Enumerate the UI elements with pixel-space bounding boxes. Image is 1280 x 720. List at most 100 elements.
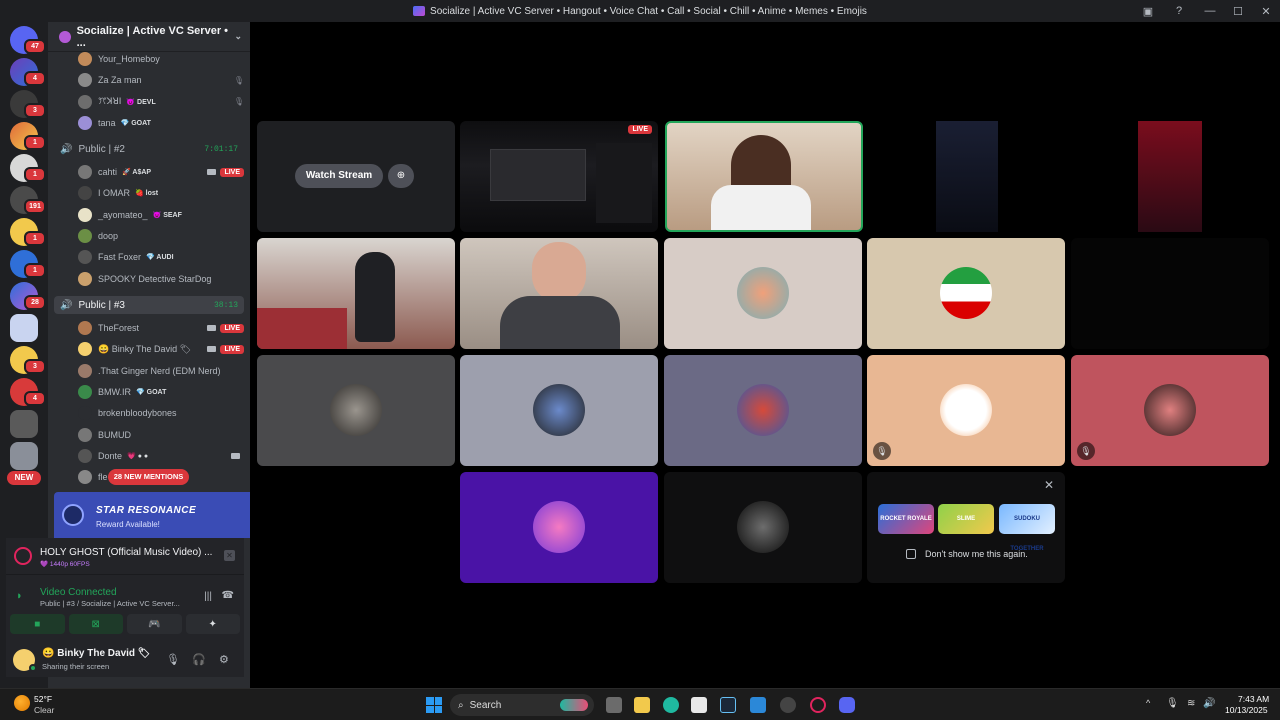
file-explorer-icon[interactable] [634,697,650,713]
weather-condition[interactable]: Clear [34,705,54,715]
app-icon[interactable] [780,697,796,713]
now-playing[interactable]: HOLY GHOST (Official Music Video) ... 💜 … [6,538,244,575]
wifi-icon[interactable]: ≋ [1187,698,1195,709]
avatar-tile[interactable] [664,355,862,466]
avatar-tile-muted[interactable]: 🎙 [1071,355,1269,466]
game-card-slime[interactable]: SLIME [938,504,994,534]
task-view-icon[interactable] [606,697,622,713]
voice-user[interactable]: .That Ginger Nerd (EDM Nerd) [78,362,244,380]
voice-user[interactable]: ꔫꓘꓤꓲ 😈 DEVL 🎙 [78,93,244,111]
steam-icon[interactable] [720,697,736,713]
dont-show-checkbox[interactable] [906,549,916,559]
user-panel: 😀 Binky The David 🏷 Sharing their screen… [6,643,244,677]
search-highlight-icon [560,699,588,711]
voice-user[interactable]: Fast Foxer 💎 AUDI [78,248,244,266]
avatar-tile[interactable] [257,355,455,466]
avatar-tile-muted[interactable]: 🎙 [867,355,1065,466]
taskbar-search[interactable]: ⌕ Search [450,694,594,716]
red-feed [1138,121,1202,232]
server-icon[interactable] [10,314,38,342]
headphones-icon[interactable]: 🎧 [192,653,206,666]
speaker-icon: 🔊 [60,143,73,155]
avatar-tile[interactable] [460,472,658,583]
voice-channel-public-3[interactable]: 🔊 Public | #3 38:13 [54,296,244,314]
promo-banner[interactable]: STAR RESONANCE Reward Available! [54,492,250,538]
voice-location[interactable]: Public | #3 / Socialize | Active VC Serv… [40,599,190,608]
clock-date[interactable]: 10/13/2025 [1225,705,1268,715]
voice-user[interactable]: SPOOKY Detective StarDog [78,270,244,288]
avatar-tile[interactable] [867,238,1065,349]
minimize-button[interactable]: — [1196,5,1224,17]
voice-channel-public-2[interactable]: 🔊 Public | #2 7:01:17 [54,140,244,158]
avatar [78,228,92,243]
dont-show-again[interactable]: Don't show me this again. [906,549,1028,559]
noise-suppression-icon[interactable]: ||| [204,591,212,602]
voice-user[interactable]: BMW.IR 💎 GOAT [78,383,244,401]
webcam-tile-dark[interactable] [868,121,1066,232]
voice-user[interactable]: BUMUD [78,426,244,444]
voice-status[interactable]: Video Connected [40,587,117,598]
weather-icon[interactable] [14,695,30,711]
watch-stream-button[interactable]: Watch Stream [295,164,383,188]
game-card-sudoku[interactable]: SUDOKU TOGETHER [999,504,1055,552]
popout-icon[interactable]: ⊕ [388,164,414,188]
voice-user[interactable]: Donte 💗 ● ● [78,447,244,465]
webcam-tile[interactable] [460,238,658,349]
voice-user[interactable]: Your_Homeboy [78,50,244,68]
app-icon[interactable] [691,697,707,713]
screen-share-tile[interactable]: LIVE [460,121,658,232]
voice-user[interactable]: 😀 Binky The David 🏷 LIVE [78,340,244,358]
notepad-icon[interactable] [750,697,766,713]
webcam-shirt [500,296,620,349]
tray-expand-icon[interactable]: ^ [1146,698,1150,708]
webcam-tile-red[interactable] [1071,121,1269,232]
voice-user[interactable]: Za Za man 🎙 [78,71,244,89]
edge-icon[interactable] [663,697,679,713]
voice-user[interactable]: I OMAR 🍓 lost [78,184,244,202]
user-name[interactable]: 😀 Binky The David 🏷 [42,648,151,659]
new-servers-badge[interactable]: NEW [7,471,41,485]
weather-temp[interactable]: 52°F [34,694,52,704]
soundboard-button[interactable]: ✦ [185,614,240,634]
voice-user[interactable]: tana 💎 GOAT [78,114,244,132]
disconnect-icon[interactable]: ☎ [222,590,234,601]
user-name: doop [98,230,119,241]
start-icon[interactable] [426,697,442,713]
settings-icon[interactable]: ⚙ [219,653,229,666]
voice-user[interactable]: cahti 🚀 A$AP LIVE [78,163,244,181]
close-icon[interactable]: ✕ [224,550,235,561]
game-card-rocket-royale[interactable]: ROCKET ROYALE [878,504,934,534]
server-icon[interactable] [10,442,38,470]
avatar-tile[interactable] [664,238,862,349]
screen-share-button[interactable]: ⊠ [68,614,123,634]
maximize-button[interactable]: ☐ [1224,5,1252,18]
volume-icon[interactable]: 🔊 [1203,698,1215,709]
discord-icon[interactable] [839,697,855,713]
voice-user[interactable]: doop [78,227,244,245]
close-button[interactable]: ✕ [1252,5,1280,18]
camera-button[interactable]: ■ [10,614,65,634]
new-mentions-pill[interactable]: 28 NEW MENTIONS [108,469,189,485]
user-name: I OMAR [98,188,131,199]
voice-user[interactable]: TheForest LIVE [78,319,244,337]
server-header[interactable]: Socialize | Active VC Server • ... ⌄ [48,22,250,52]
webcam-tile-speaking[interactable] [665,121,863,232]
inbox-icon[interactable]: ▣ [1140,3,1156,19]
voice-user[interactable]: brokenbloodybones [78,404,244,422]
webcam-tile[interactable] [257,238,455,349]
mic-icon[interactable]: 🎙 [166,653,180,666]
avatar [78,186,92,201]
close-icon[interactable]: ✕ [1044,478,1054,492]
stream-tile[interactable]: Watch Stream ⊕ [257,121,455,232]
avatar-tile[interactable] [664,472,862,583]
server-icon[interactable] [10,410,38,438]
clock-time[interactable]: 7:43 AM [1238,694,1269,704]
help-icon[interactable]: ? [1171,3,1187,19]
activity-button[interactable]: 🎮 [127,614,182,634]
window-controls: — ☐ ✕ [1196,0,1280,22]
voice-panel: HOLY GHOST (Official Music Video) ... 💜 … [6,538,244,677]
mic-tray-icon[interactable]: 🎙 [1166,698,1179,709]
opera-icon[interactable] [810,697,826,713]
avatar-tile[interactable] [460,355,658,466]
voice-user[interactable]: _ayomateo_ 😈 SEAF [78,206,244,224]
